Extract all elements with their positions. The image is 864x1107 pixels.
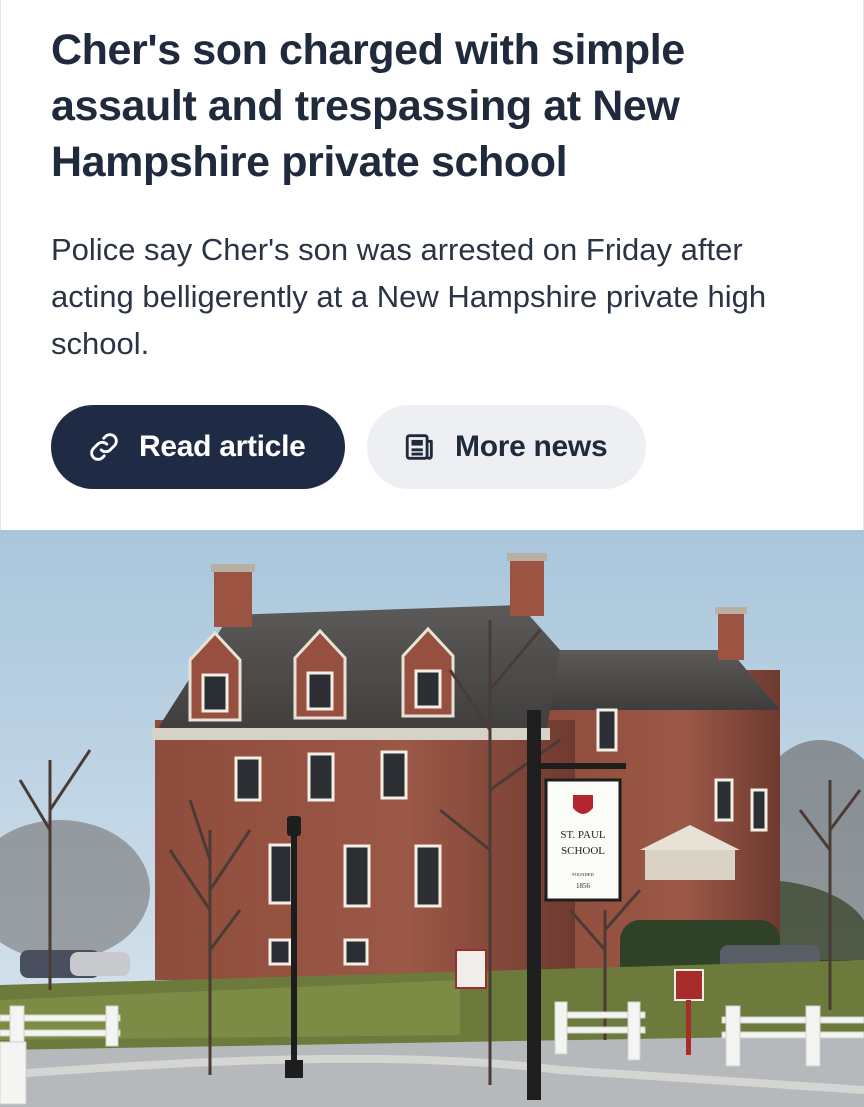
more-news-button[interactable]: More news (367, 405, 646, 489)
article-summary: Police say Cher's son was arrested on Fr… (51, 232, 767, 361)
sign-line1: ST. PAUL (560, 829, 606, 841)
sign-line2: SCHOOL (561, 845, 605, 857)
sign-founded: FOUNDED (572, 872, 594, 877)
link-icon (87, 430, 121, 464)
article-photo[interactable]: ST. PAUL SCHOOL FOUNDED 1856 (0, 530, 864, 1107)
sign-year: 1856 (576, 882, 591, 890)
read-article-label: Read article (139, 430, 306, 463)
news-card: Cher's son charged with simple assault a… (0, 0, 864, 530)
more-news-label: More news (455, 430, 608, 463)
read-article-button[interactable]: Read article (51, 405, 345, 489)
article-headline[interactable]: Cher's son charged with simple assault a… (51, 22, 831, 190)
newspaper-icon (403, 430, 437, 464)
